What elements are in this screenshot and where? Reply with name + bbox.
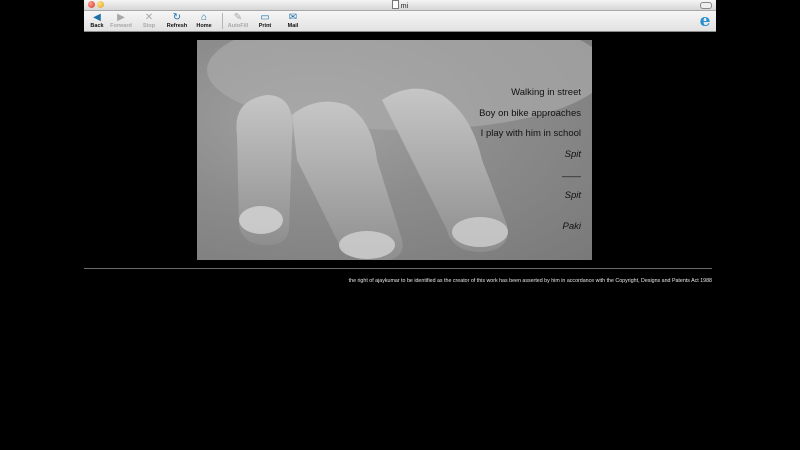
- autofill-button[interactable]: ✎ AutoFill: [225, 12, 251, 31]
- toolbar-separator: [222, 13, 223, 29]
- horizontal-rule: [84, 268, 712, 269]
- poem-line: Walking in street: [511, 87, 581, 98]
- hand-photo: [207, 40, 592, 260]
- poem-line: Spit: [564, 149, 581, 160]
- mail-icon: ✉: [288, 12, 298, 23]
- refresh-button[interactable]: ↻ Refresh: [164, 12, 190, 31]
- back-button[interactable]: ◀ Back: [84, 12, 110, 31]
- poem-line: Paki: [562, 221, 581, 232]
- forward-arrow-icon: ▶: [117, 12, 125, 23]
- browser-toolbar: ◀ Back ▶ Forward ✕ Stop ↻ Refresh ⌂ Home…: [84, 11, 716, 32]
- artwork-image: Walking in street Boy on bike approaches…: [197, 40, 592, 260]
- window-title-bar: mi: [84, 0, 716, 11]
- window-title-text: mi: [400, 3, 409, 10]
- stop-icon: ✕: [144, 12, 154, 23]
- home-icon: ⌂: [200, 12, 208, 23]
- mail-button[interactable]: ✉ Mail: [280, 12, 306, 31]
- home-button[interactable]: ⌂ Home: [191, 12, 217, 31]
- forward-button[interactable]: ▶ Forward: [108, 12, 134, 31]
- poem-line: ——: [562, 171, 581, 182]
- poem-line: Boy on bike approaches: [479, 108, 581, 119]
- document-icon: [391, 0, 399, 9]
- stop-button[interactable]: ✕ Stop: [136, 12, 162, 31]
- refresh-icon: ↻: [172, 12, 182, 23]
- print-button[interactable]: ▭ Print: [252, 12, 278, 31]
- back-arrow-icon: ◀: [93, 12, 101, 23]
- toolbar-toggle-button[interactable]: [700, 2, 712, 9]
- internet-explorer-icon[interactable]: e: [696, 12, 714, 30]
- autofill-icon: ✎: [233, 12, 243, 23]
- poem-line: Spit: [564, 190, 581, 201]
- poem-line: I play with him in school: [480, 128, 581, 139]
- print-icon: ▭: [260, 12, 270, 23]
- copyright-notice: the right of ajaykumar to be identified …: [348, 278, 712, 284]
